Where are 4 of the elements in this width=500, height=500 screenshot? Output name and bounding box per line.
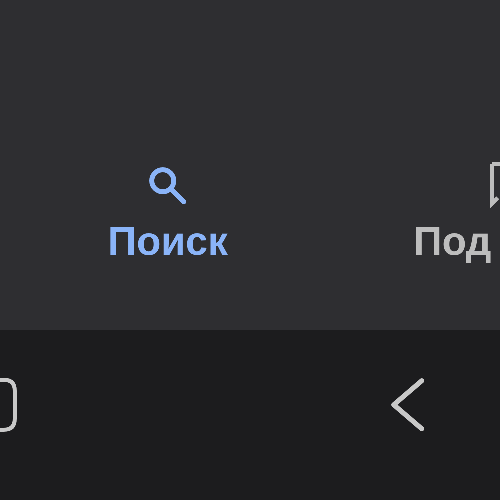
home-icon[interactable] <box>0 377 18 433</box>
message-icon <box>488 162 500 210</box>
nav-tab[interactable]: Под <box>405 162 500 264</box>
nav-tab[interactable]: Поиск <box>90 162 246 264</box>
